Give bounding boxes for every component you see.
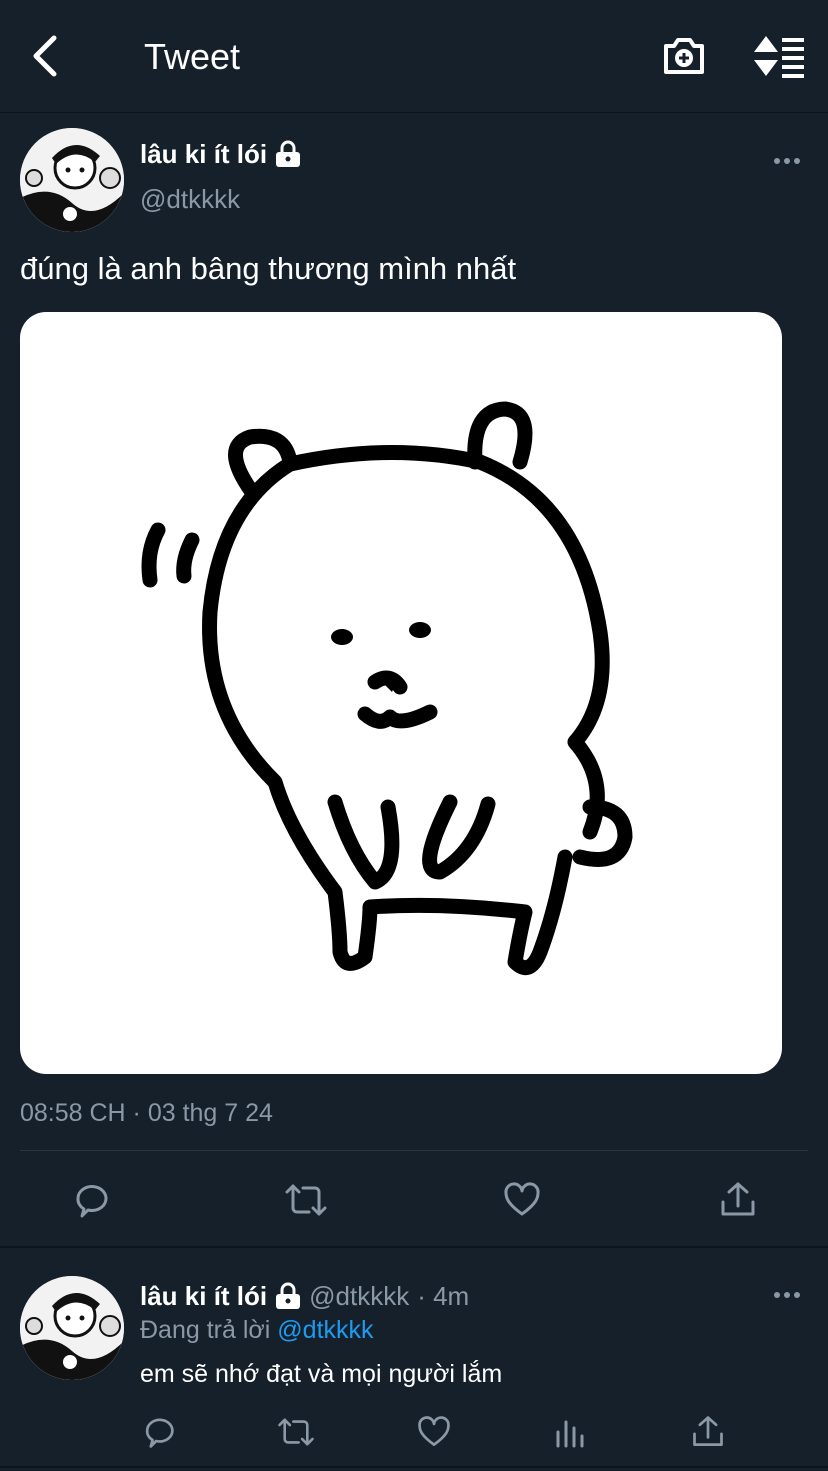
reply-button[interactable] bbox=[66, 1176, 114, 1224]
author-handle: @dtkkkk bbox=[140, 184, 241, 214]
like-button[interactable] bbox=[498, 1176, 546, 1224]
heart-icon bbox=[418, 1416, 450, 1446]
reply-author-handle: @dtkkkk bbox=[309, 1281, 410, 1311]
share-icon bbox=[721, 1182, 755, 1216]
reply-retweet-button[interactable] bbox=[272, 1408, 320, 1456]
tweet-timestamp: 08:58 CH · 03 thg 7 24 bbox=[20, 1099, 273, 1127]
more-options-button[interactable] bbox=[772, 150, 802, 172]
replying-to-line: Đang trả lời @dtkkkk bbox=[140, 1314, 374, 1346]
bottom-divider bbox=[0, 1466, 828, 1468]
reply-icon bbox=[76, 1185, 108, 1218]
author-display-name: lâu ki ít lói bbox=[140, 139, 268, 169]
replying-to-handle-link[interactable]: @dtkkkk bbox=[277, 1316, 373, 1344]
reply-author-avatar[interactable] bbox=[20, 1276, 124, 1380]
reply-share-button[interactable] bbox=[684, 1408, 732, 1456]
sort-list-icon bbox=[754, 36, 804, 78]
add-photo-button[interactable] bbox=[660, 34, 708, 78]
more-dots-icon bbox=[774, 158, 800, 164]
author-avatar[interactable] bbox=[20, 128, 124, 232]
retweet-button[interactable] bbox=[282, 1176, 330, 1224]
lock-icon bbox=[276, 140, 301, 167]
lock-icon bbox=[276, 1282, 301, 1309]
reply-analytics-button[interactable] bbox=[546, 1408, 594, 1456]
share-button[interactable] bbox=[714, 1176, 762, 1224]
more-dots-icon bbox=[774, 1292, 800, 1298]
reply-more-options-button[interactable] bbox=[772, 1284, 802, 1306]
share-icon bbox=[693, 1416, 723, 1446]
reply-age: · 4m bbox=[417, 1281, 470, 1311]
section-divider bbox=[0, 1246, 828, 1248]
replying-to-prefix: Đang trả lời bbox=[140, 1316, 271, 1344]
tweet-text: đúng là anh bâng thương mình nhất bbox=[20, 251, 517, 286]
camera-plus-icon bbox=[664, 38, 704, 74]
retweet-icon bbox=[285, 1184, 327, 1216]
bear-illustration bbox=[141, 401, 633, 975]
sort-replies-button[interactable] bbox=[752, 34, 806, 78]
divider bbox=[20, 1150, 808, 1151]
page-title: Tweet bbox=[144, 36, 241, 77]
reply-icon bbox=[145, 1418, 174, 1448]
heart-icon bbox=[504, 1182, 540, 1216]
analytics-bars-icon bbox=[556, 1420, 584, 1448]
reply-like-button[interactable] bbox=[410, 1408, 458, 1456]
back-arrow-icon bbox=[33, 35, 57, 77]
tweet-media-image[interactable] bbox=[20, 312, 782, 1074]
reply-reply-button[interactable] bbox=[134, 1408, 182, 1456]
top-bar: Tweet bbox=[0, 0, 828, 113]
reply-text: em sẽ nhớ đạt và mọi người lắm bbox=[140, 1360, 503, 1388]
avatar-image bbox=[20, 128, 124, 232]
reply-author-display-name: lâu ki ít lói bbox=[140, 1281, 268, 1311]
author-name-row: lâu ki ít lói bbox=[140, 139, 301, 169]
avatar-image bbox=[20, 1276, 124, 1380]
retweet-icon bbox=[278, 1418, 314, 1446]
reply-header: lâu ki ít lói @dtkkkk · 4m bbox=[140, 1280, 469, 1312]
back-button[interactable] bbox=[26, 34, 66, 78]
